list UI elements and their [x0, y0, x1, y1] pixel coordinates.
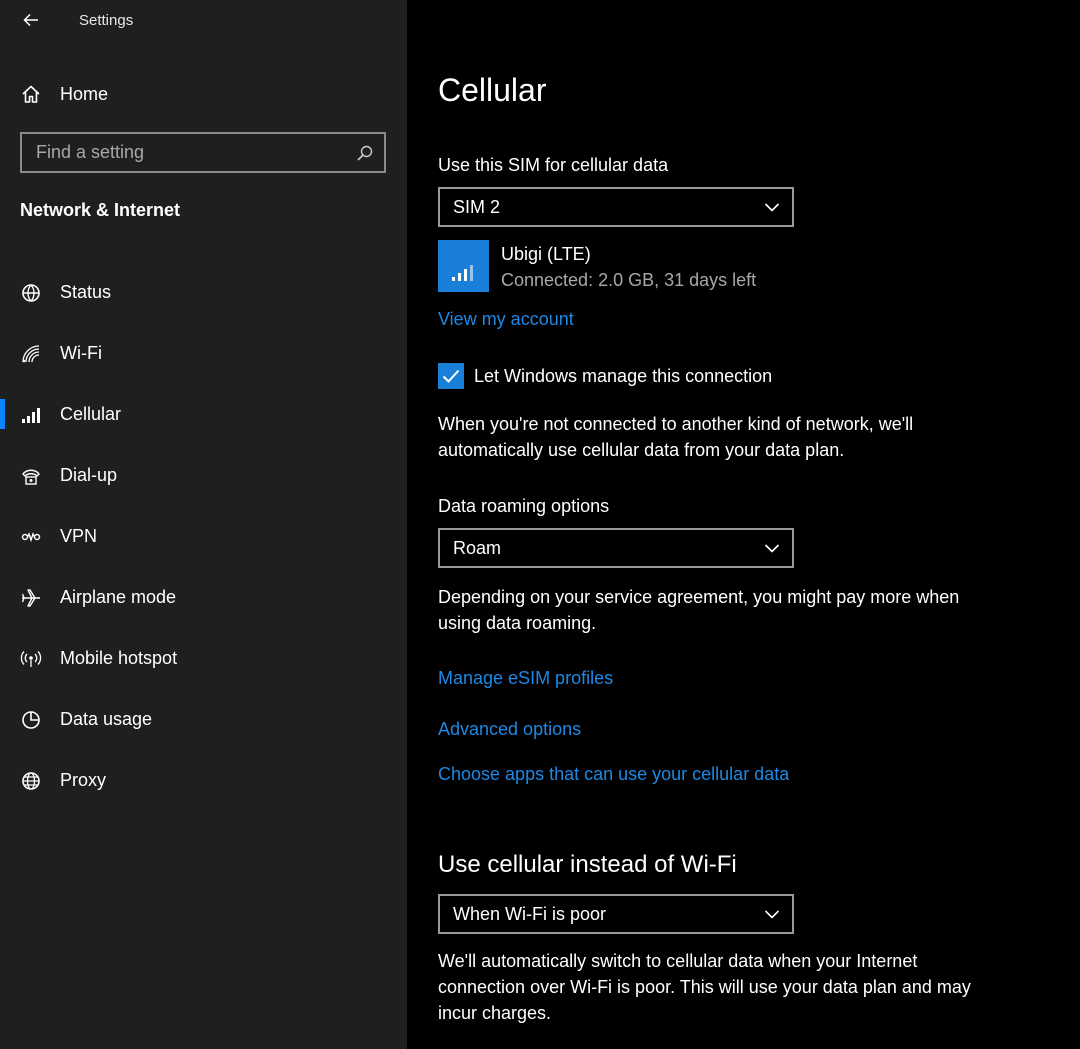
sidebar: Settings Home Network & Internet Status … [0, 0, 407, 1049]
sidebar-item-label: Mobile hotspot [60, 648, 178, 668]
cellular-instead-value: When Wi-Fi is poor [453, 903, 607, 924]
manage-esim-link[interactable]: Manage eSIM profiles [438, 668, 613, 689]
wifi-icon [19, 342, 43, 366]
sidebar-item-cellular[interactable]: Cellular [0, 384, 407, 445]
vpn-icon [19, 525, 43, 549]
sidebar-item-label: VPN [60, 526, 98, 546]
desc-line: We'll automatically switch to cellular d… [438, 951, 918, 971]
roaming-dropdown[interactable]: Roam [438, 528, 794, 568]
sidebar-item-label: Status [60, 282, 112, 302]
title-bar: Settings [0, 0, 407, 42]
sidebar-item-label: Cellular [60, 404, 122, 424]
desc-line: Depending on your service agreement, you… [438, 587, 960, 607]
back-button[interactable] [18, 8, 44, 32]
roaming-description: Depending on your service agreement, you… [438, 584, 959, 636]
desc-line: connection over Wi-Fi is poor. This will… [438, 977, 971, 997]
view-account-link[interactable]: View my account [438, 309, 574, 330]
cellular-signal-icon [19, 403, 43, 427]
manage-connection-label[interactable]: Let Windows manage this connection [474, 366, 772, 387]
main-content: Cellular Use this SIM for cellular data … [407, 0, 1080, 1049]
cellular-signal-icon [451, 265, 473, 281]
desc-line: automatically use cellular data from you… [438, 440, 845, 460]
selection-indicator [0, 399, 5, 429]
sidebar-item-status[interactable]: Status [0, 262, 407, 323]
home-icon [22, 85, 40, 103]
sidebar-item-data-usage[interactable]: Data usage [0, 689, 407, 750]
page-title: Cellular [438, 72, 547, 108]
chevron-down-icon [764, 203, 780, 212]
cellular-instead-dropdown[interactable]: When Wi-Fi is poor [438, 894, 794, 934]
chevron-down-icon [764, 910, 780, 919]
advanced-options-link[interactable]: Advanced options [438, 719, 581, 740]
desc-line: using data roaming. [438, 613, 597, 633]
app-title: Settings [79, 12, 134, 29]
back-arrow-icon [23, 13, 38, 27]
roaming-dropdown-value: Roam [453, 537, 502, 558]
home-label: Home [60, 83, 109, 104]
sim-dropdown-value: SIM 2 [453, 196, 501, 217]
choose-apps-link[interactable]: Choose apps that can use your cellular d… [438, 764, 789, 785]
sidebar-item-proxy[interactable]: Proxy [0, 750, 407, 811]
sidebar-item-dialup[interactable]: Dial-up [0, 445, 407, 506]
desc-line: incur charges. [438, 1003, 552, 1023]
home-nav-item[interactable]: Home [20, 80, 380, 108]
sim-dropdown[interactable]: SIM 2 [438, 187, 794, 227]
manage-connection-checkbox[interactable] [438, 363, 464, 389]
sidebar-item-label: Wi-Fi [60, 343, 102, 363]
hotspot-icon [19, 647, 43, 671]
sidebar-item-label: Data usage [60, 709, 153, 729]
dialup-icon [19, 464, 43, 488]
manage-description: When you're not connected to another kin… [438, 411, 913, 463]
sidebar-item-label: Airplane mode [60, 587, 177, 607]
sidebar-item-label: Proxy [60, 770, 107, 790]
carrier-name: Ubigi (LTE) [501, 244, 591, 264]
desc-line: When you're not connected to another kin… [438, 414, 914, 434]
pie-chart-icon [19, 708, 43, 732]
airplane-icon [19, 586, 43, 610]
section-title: Network & Internet [20, 200, 181, 220]
search-icon[interactable] [356, 144, 374, 162]
sidebar-item-mobile-hotspot[interactable]: Mobile hotspot [0, 628, 407, 689]
cellular-instead-heading: Use cellular instead of Wi-Fi [438, 851, 737, 878]
sim-signal-tile [438, 240, 489, 292]
chevron-down-icon [764, 544, 780, 553]
checkmark-icon [442, 369, 460, 383]
sidebar-item-label: Dial-up [60, 465, 118, 485]
roaming-label: Data roaming options [438, 496, 610, 516]
cellular-instead-description: We'll automatically switch to cellular d… [438, 948, 971, 1026]
sidebar-item-airplane-mode[interactable]: Airplane mode [0, 567, 407, 628]
sidebar-item-wifi[interactable]: Wi-Fi [0, 323, 407, 384]
nav-list: Status Wi-Fi Cellular Dial-up VPN Airpla… [0, 262, 407, 811]
search-box[interactable] [20, 132, 386, 173]
globe-icon [19, 769, 43, 793]
carrier-status: Connected: 2.0 GB, 31 days left [501, 270, 757, 290]
globe-status-icon [19, 281, 43, 305]
sidebar-item-vpn[interactable]: VPN [0, 506, 407, 567]
search-input[interactable] [22, 134, 342, 171]
sim-label: Use this SIM for cellular data [438, 155, 669, 175]
